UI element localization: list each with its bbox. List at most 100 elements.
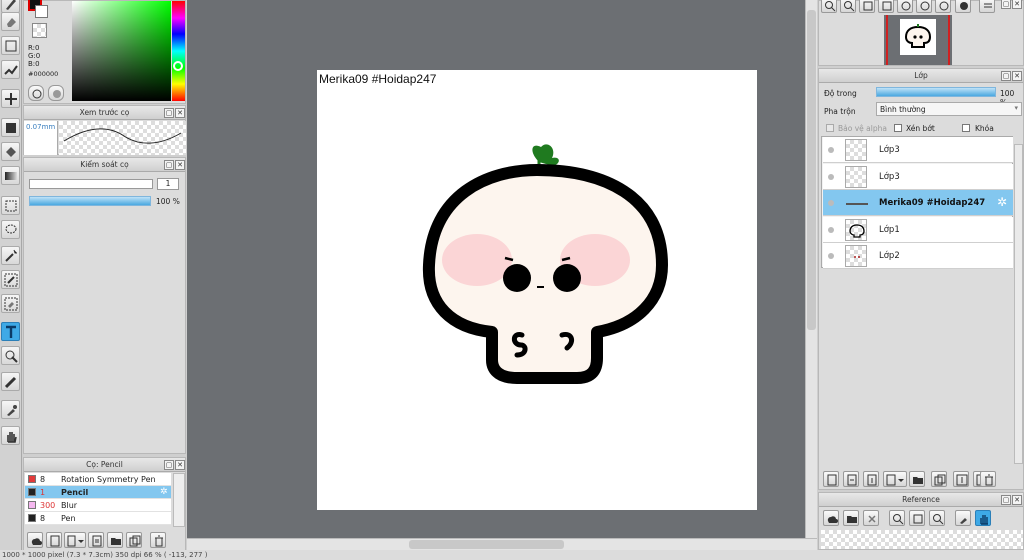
lasso-tool-button[interactable] bbox=[1, 220, 20, 239]
reference-open-folder-button[interactable] bbox=[843, 510, 859, 526]
brush-item-pencil[interactable]: 1 Pencil ✲ bbox=[25, 486, 171, 499]
transparent-color-swatch[interactable] bbox=[32, 23, 47, 38]
hand-tool-button[interactable] bbox=[1, 426, 20, 445]
select-pen-button[interactable] bbox=[1, 270, 20, 289]
navigator-close-button[interactable]: ✕ bbox=[1012, 0, 1022, 9]
reference-eyedropper-button[interactable] bbox=[955, 510, 971, 526]
reference-zoom-in-button[interactable] bbox=[889, 510, 905, 526]
brush-item-blur[interactable]: 300 Blur bbox=[25, 499, 171, 512]
navigator-menu-button[interactable] bbox=[979, 0, 995, 13]
color-wheel-button[interactable] bbox=[28, 85, 44, 101]
reference-float-button[interactable]: ▢ bbox=[1001, 495, 1011, 505]
reference-close-image-button[interactable] bbox=[863, 510, 879, 526]
layer-merge-button[interactable] bbox=[953, 471, 969, 487]
reset-rotation-button[interactable] bbox=[935, 0, 951, 13]
gradient-tool-button[interactable] bbox=[1, 166, 20, 185]
brush-control-close-button[interactable]: ✕ bbox=[175, 160, 185, 170]
brush-list-close-button[interactable]: ✕ bbox=[175, 460, 185, 470]
layer-visibility-toggle[interactable] bbox=[828, 227, 834, 233]
layer-list-scrollbar[interactable] bbox=[1014, 144, 1023, 464]
layer-delete-button[interactable] bbox=[980, 471, 996, 487]
rotate-right-button[interactable] bbox=[916, 0, 932, 13]
clipping-checkbox[interactable] bbox=[894, 124, 902, 132]
layer-row-text-selected[interactable]: Merika09 #Hoidap247 ✲ bbox=[823, 190, 1013, 216]
brush-list-float-button[interactable]: ▢ bbox=[164, 460, 174, 470]
canvas-vertical-scrollbar[interactable] bbox=[805, 0, 817, 538]
layer-new-8bit-button[interactable] bbox=[843, 471, 859, 487]
alpha-protect-checkbox[interactable] bbox=[826, 124, 834, 132]
lock-checkbox[interactable] bbox=[962, 124, 970, 132]
eyedropper-tool-button[interactable] bbox=[1, 400, 20, 419]
layer-new-button[interactable] bbox=[823, 471, 839, 487]
brush-new-button[interactable] bbox=[46, 532, 62, 548]
layer-duplicate-button[interactable] bbox=[931, 471, 947, 487]
select-eraser-button[interactable] bbox=[1, 294, 20, 313]
operation-tool-button[interactable] bbox=[1, 346, 20, 365]
layer-row-lop1[interactable]: Lớp1 bbox=[823, 217, 1013, 243]
brush-settings-gear-icon[interactable]: ✲ bbox=[160, 487, 168, 497]
color-picker-square[interactable] bbox=[72, 1, 171, 101]
actual-size-button[interactable] bbox=[878, 0, 894, 13]
layer-visibility-toggle[interactable] bbox=[828, 253, 834, 259]
canvas-workspace[interactable]: Merika09 #Hoidap247 bbox=[187, 0, 817, 538]
layer-new-1bit-button[interactable] bbox=[863, 471, 879, 487]
select-tool-button[interactable] bbox=[1, 196, 20, 215]
shape-tool-button[interactable] bbox=[1, 36, 20, 55]
navigator-preview[interactable] bbox=[884, 15, 952, 65]
brush-list-scrollbar[interactable] bbox=[173, 473, 185, 527]
eraser-tool-button[interactable] bbox=[1, 12, 20, 31]
fill-rect-button[interactable] bbox=[1, 118, 20, 137]
brush-preview-close-button[interactable]: ✕ bbox=[175, 108, 185, 118]
hue-slider[interactable] bbox=[172, 1, 185, 101]
brush-menu-button[interactable] bbox=[64, 532, 86, 548]
layer-panel-close-button[interactable]: ✕ bbox=[1012, 71, 1022, 81]
brush-item-pen[interactable]: 8 Pen bbox=[25, 512, 171, 525]
brush-opacity-slider[interactable] bbox=[29, 196, 151, 206]
text-tool-button[interactable] bbox=[1, 322, 20, 341]
reference-cloud-button[interactable] bbox=[823, 510, 839, 526]
navigator-float-button[interactable]: ▢ bbox=[1001, 0, 1011, 9]
rotate-left-button[interactable] bbox=[897, 0, 913, 13]
layer-panel-float-button[interactable]: ▢ bbox=[1001, 71, 1011, 81]
brush-preview-float-button[interactable]: ▢ bbox=[164, 108, 174, 118]
blur-tool-button[interactable] bbox=[1, 372, 20, 391]
reference-image-area[interactable] bbox=[821, 530, 1023, 549]
bucket-tool-button[interactable] bbox=[1, 142, 20, 161]
brush-delete-button[interactable] bbox=[150, 532, 166, 548]
layer-settings-gear-icon[interactable]: ✲ bbox=[997, 195, 1007, 209]
layer-visibility-toggle[interactable] bbox=[828, 200, 834, 206]
zoom-in-button[interactable] bbox=[821, 0, 837, 13]
layer-visibility-toggle[interactable] bbox=[828, 174, 834, 180]
brush-control-float-button[interactable]: ▢ bbox=[164, 160, 174, 170]
reference-close-button[interactable]: ✕ bbox=[1012, 495, 1022, 505]
horizontal-scroll-thumb[interactable] bbox=[409, 540, 564, 549]
drawing-canvas[interactable]: Merika09 #Hoidap247 bbox=[317, 70, 757, 510]
correction-pen-button[interactable] bbox=[1, 60, 20, 79]
canvas-horizontal-scrollbar[interactable] bbox=[187, 538, 817, 550]
layer-blend-select[interactable]: Bình thường ▾ bbox=[876, 102, 1022, 116]
reference-fit-button[interactable] bbox=[909, 510, 925, 526]
layer-folder-button[interactable] bbox=[909, 471, 925, 487]
flip-horizontal-button[interactable] bbox=[955, 0, 971, 13]
layer-row-lop3-top[interactable]: Lớp3 bbox=[823, 137, 1013, 163]
magic-wand-button[interactable] bbox=[1, 246, 20, 265]
layer-visibility-toggle[interactable] bbox=[828, 147, 834, 153]
brush-size-slider[interactable] bbox=[29, 179, 153, 189]
palette-button[interactable] bbox=[48, 85, 64, 101]
layer-row-lop2[interactable]: Lớp2 bbox=[823, 243, 1013, 269]
hue-slider-handle[interactable] bbox=[173, 61, 183, 71]
brush-cloud-button[interactable] bbox=[27, 532, 43, 548]
fit-view-button[interactable] bbox=[859, 0, 875, 13]
layer-opacity-slider[interactable] bbox=[876, 87, 996, 97]
brush-size-input[interactable]: 1 bbox=[157, 178, 179, 190]
brush-duplicate-button[interactable] bbox=[126, 532, 142, 548]
brush-item-rotation-symmetry-pen[interactable]: 8 Rotation Symmetry Pen bbox=[25, 473, 171, 486]
layer-add-menu-button[interactable] bbox=[883, 471, 907, 487]
zoom-out-button[interactable] bbox=[840, 0, 856, 13]
vertical-scroll-thumb[interactable] bbox=[807, 10, 816, 330]
brush-folder-button[interactable] bbox=[107, 532, 123, 548]
reference-zoom-out-button[interactable] bbox=[929, 510, 945, 526]
brush-copy-button[interactable] bbox=[88, 532, 104, 548]
layer-row-lop3[interactable]: Lớp3 bbox=[823, 164, 1013, 190]
secondary-color-swatch[interactable] bbox=[35, 5, 48, 18]
